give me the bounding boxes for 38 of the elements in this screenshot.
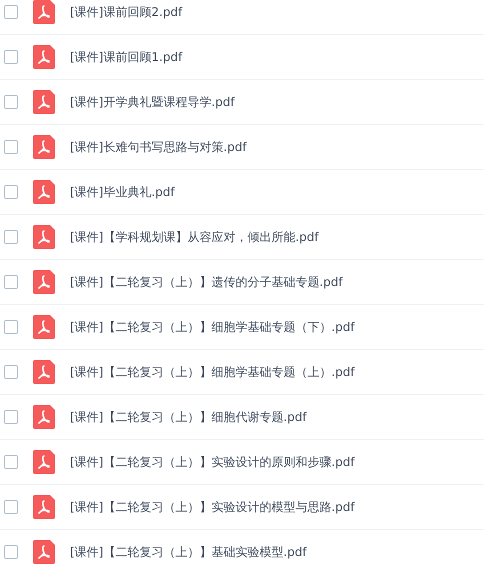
checkbox[interactable] (4, 275, 18, 289)
checkbox[interactable] (4, 500, 18, 514)
checkbox[interactable] (4, 230, 18, 244)
file-name[interactable]: [课件]【二轮复习（上）】实验设计的模型与思路.pdf (70, 498, 355, 516)
pdf-file-icon (33, 225, 55, 249)
checkbox[interactable] (4, 320, 18, 334)
file-name[interactable]: [课件]毕业典礼.pdf (70, 183, 175, 201)
checkbox[interactable] (4, 95, 18, 109)
file-name[interactable]: [课件]【二轮复习（上）】实验设计的原则和步骤.pdf (70, 453, 355, 471)
pdf-file-icon (33, 270, 55, 294)
file-name[interactable]: [课件]【二轮复习（上）】细胞代谢专题.pdf (70, 408, 307, 426)
file-name[interactable]: [课件]课前回顾2.pdf (70, 3, 182, 21)
file-name[interactable]: [课件]【二轮复习（上）】细胞学基础专题（上）.pdf (70, 363, 355, 381)
checkbox[interactable] (4, 185, 18, 199)
file-name[interactable]: [课件]【二轮复习（上）】遗传的分子基础专题.pdf (70, 273, 343, 291)
checkbox[interactable] (4, 455, 18, 469)
file-name[interactable]: [课件]开学典礼暨课程导学.pdf (70, 93, 235, 111)
file-name[interactable]: [课件]【二轮复习（上）】细胞学基础专题（下）.pdf (70, 318, 355, 336)
pdf-file-icon (33, 540, 55, 564)
pdf-file-icon (33, 45, 55, 69)
file-name[interactable]: [课件]【学科规划课】从容应对，倾出所能.pdf (70, 228, 319, 246)
checkbox[interactable] (4, 410, 18, 424)
file-name[interactable]: [课件]【二轮复习（上）】基础实验模型.pdf (70, 543, 307, 561)
pdf-file-icon (33, 450, 55, 474)
pdf-file-icon (33, 405, 55, 429)
checkbox[interactable] (4, 50, 18, 64)
checkbox[interactable] (4, 545, 18, 559)
pdf-file-icon (33, 180, 55, 204)
checkbox[interactable] (4, 140, 18, 154)
pdf-file-icon (33, 315, 55, 339)
pdf-file-icon (33, 360, 55, 384)
checkbox[interactable] (4, 365, 18, 379)
pdf-file-icon (33, 135, 55, 159)
file-name[interactable]: [课件]长难句书写思路与对策.pdf (70, 138, 247, 156)
file-name[interactable]: [课件]课前回顾1.pdf (70, 48, 182, 66)
checkbox[interactable] (4, 5, 18, 19)
pdf-file-icon (33, 495, 55, 519)
pdf-file-icon (33, 90, 55, 114)
